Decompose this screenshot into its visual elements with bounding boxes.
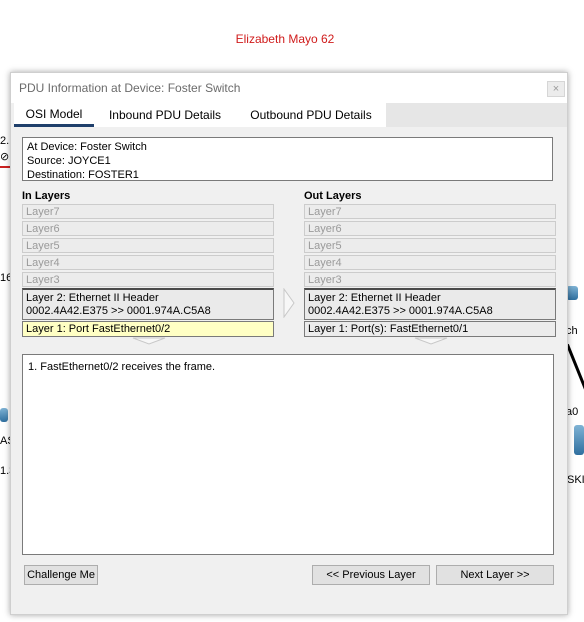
- out-layer-3[interactable]: Layer3: [304, 272, 556, 287]
- in-layer-2[interactable]: Layer 2: Ethernet II Header 0002.4A42.E3…: [22, 288, 274, 320]
- layer-description-box: 1. FastEthernet0/2 receives the frame.: [22, 354, 554, 555]
- bg-cable: [566, 343, 584, 390]
- out-layer-6[interactable]: Layer6: [304, 221, 556, 236]
- osi-model-panel: At Device: Foster Switch Source: JOYCE1 …: [11, 127, 567, 614]
- next-layer-button[interactable]: Next Layer >>: [436, 565, 554, 585]
- chevron-down-icon: [132, 337, 166, 345]
- tab-inbound-pdu-details[interactable]: Inbound PDU Details: [94, 103, 236, 127]
- dialog-title: PDU Information at Device: Foster Switch: [19, 81, 241, 95]
- bg-device-label: SKI: [567, 474, 584, 486]
- device-name: At Device: Foster Switch: [27, 141, 147, 153]
- layer-description-text: 1. FastEthernet0/2 receives the frame.: [28, 361, 216, 373]
- out-layer-2-header: Layer 2: Ethernet II Header: [308, 292, 441, 304]
- out-layer-7[interactable]: Layer7: [304, 204, 556, 219]
- in-layer-2-addresses: 0002.4A42.E375 >> 0001.974A.C5A8: [26, 305, 211, 317]
- out-layer-5[interactable]: Layer5: [304, 238, 556, 253]
- tab-bar: OSI Model Inbound PDU Details Outbound P…: [11, 103, 567, 127]
- tab-outbound-pdu-details[interactable]: Outbound PDU Details: [236, 103, 386, 127]
- workspace-user-label: Elizabeth Mayo 62: [235, 32, 335, 46]
- destination-name: Destination: FOSTER1: [27, 169, 139, 181]
- in-layer-4[interactable]: Layer4: [22, 255, 274, 270]
- pdu-information-dialog: PDU Information at Device: Foster Switch…: [10, 72, 568, 615]
- in-layer-7[interactable]: Layer7: [22, 204, 274, 219]
- device-info-box: At Device: Foster Switch Source: JOYCE1 …: [22, 137, 553, 181]
- out-layer-2-addresses: 0002.4A42.E375 >> 0001.974A.C5A8: [308, 305, 493, 317]
- in-layers-title: In Layers: [22, 190, 71, 202]
- bg-blocked-icon: ⊘: [0, 151, 10, 163]
- out-layers-title: Out Layers: [304, 190, 362, 202]
- in-layer-6[interactable]: Layer6: [22, 221, 274, 236]
- tab-bar-filler: [386, 103, 567, 127]
- in-layer-2-header: Layer 2: Ethernet II Header: [26, 292, 159, 304]
- in-layer-5[interactable]: Layer5: [22, 238, 274, 253]
- chevron-down-icon: [414, 337, 448, 345]
- out-layer-1[interactable]: Layer 1: Port(s): FastEthernet0/1: [304, 321, 556, 337]
- bg-pc-icon: [574, 425, 584, 455]
- tab-osi-model[interactable]: OSI Model: [14, 103, 94, 127]
- bg-pc-icon: [0, 408, 8, 422]
- out-layer-2[interactable]: Layer 2: Ethernet II Header 0002.4A42.E3…: [304, 288, 556, 320]
- in-layer-3[interactable]: Layer3: [22, 272, 274, 287]
- close-button[interactable]: ×: [547, 81, 565, 97]
- out-layer-4[interactable]: Layer4: [304, 255, 556, 270]
- challenge-me-button[interactable]: Challenge Me: [24, 565, 98, 585]
- bg-link-line: [0, 166, 10, 168]
- previous-layer-button[interactable]: << Previous Layer: [312, 565, 430, 585]
- source-name: Source: JOYCE1: [27, 155, 111, 167]
- dialog-titlebar[interactable]: PDU Information at Device: Foster Switch…: [11, 73, 567, 103]
- in-layer-1[interactable]: Layer 1: Port FastEthernet0/2: [22, 321, 274, 337]
- chevron-right-icon: [283, 288, 295, 318]
